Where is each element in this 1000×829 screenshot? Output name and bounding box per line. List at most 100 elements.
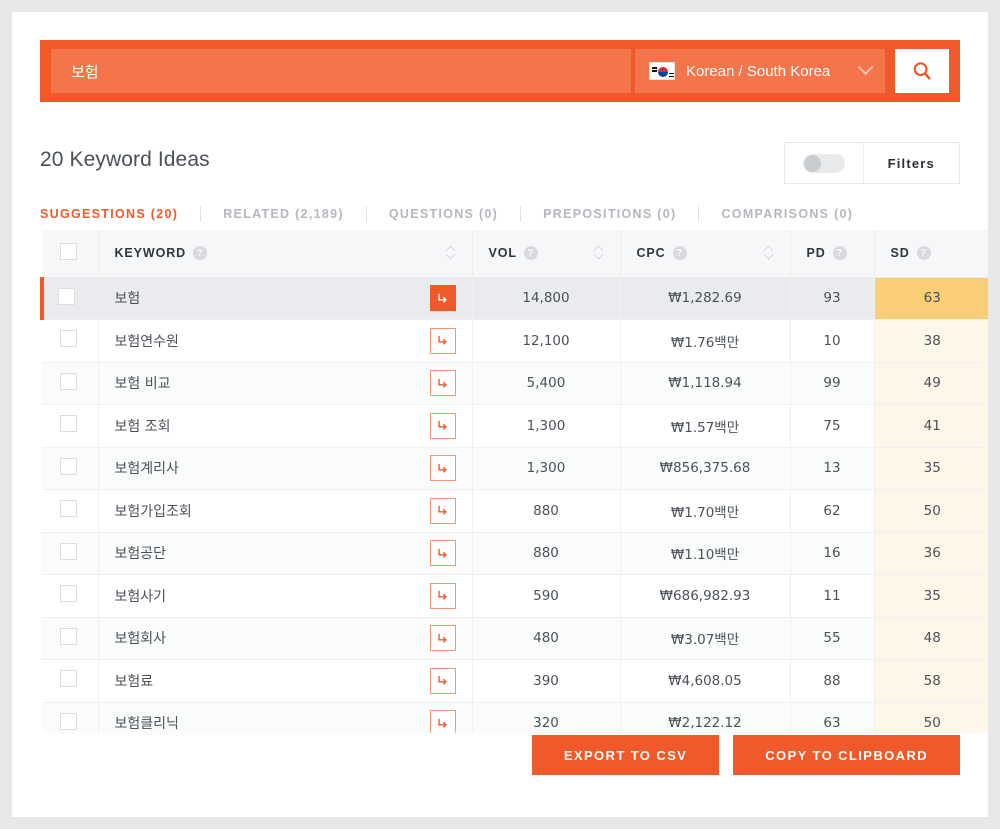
cpc-cell: ₩4,608.05 xyxy=(620,659,791,703)
cpc-cell: ₩1,118.94 xyxy=(620,362,791,405)
row-checkbox[interactable] xyxy=(60,670,77,688)
arrow-down-right-icon xyxy=(438,336,447,345)
cpc-cell: ₩1.10백만 xyxy=(620,532,791,575)
header-keyword: KEYWORD ? xyxy=(98,230,473,278)
row-select-cell xyxy=(42,319,99,363)
row-checkbox[interactable] xyxy=(60,585,77,603)
arrow-down-right-icon xyxy=(438,718,447,728)
help-icon[interactable]: ? xyxy=(672,246,687,261)
header-vol-label: VOL xyxy=(488,246,517,261)
table-row[interactable]: 보험연수원 12,100 ₩1.76백만 10 38 xyxy=(42,319,988,363)
drill-down-arrow-button[interactable] xyxy=(429,540,456,567)
help-icon[interactable]: ? xyxy=(916,246,931,261)
row-checkbox[interactable] xyxy=(58,287,75,305)
filters-toggle[interactable] xyxy=(785,143,864,183)
results-card: Korean / South Korea 20 Keyword Ideas Fi… xyxy=(12,12,988,817)
drill-down-arrow-button[interactable] xyxy=(429,412,456,439)
tab-prepositions[interactable]: PREPOSITIONS (0) xyxy=(521,207,698,221)
drill-down-arrow-button[interactable] xyxy=(429,285,456,312)
table-row[interactable]: 보험계리사 1,300 ₩856,375.68 13 35 xyxy=(42,447,988,490)
keyword-text: 보험 비교 xyxy=(114,376,171,393)
drill-down-arrow-button[interactable] xyxy=(429,667,456,694)
tab-comparisons[interactable]: COMPARISONS (0) xyxy=(699,207,875,221)
help-icon[interactable]: ? xyxy=(832,246,847,261)
row-checkbox[interactable] xyxy=(60,500,77,518)
drill-down-arrow-button[interactable] xyxy=(429,582,456,609)
cpc-cell: ₩1.76백만 xyxy=(620,319,791,363)
drill-down-arrow-button[interactable] xyxy=(429,455,456,482)
keyword-cell: 보험사기 xyxy=(98,574,473,618)
keyword-table: KEYWORD ? VOL ? CPC ? PD ? SD ? 보험 14,80… xyxy=(40,230,988,733)
cpc-cell: ₩686,982.93 xyxy=(620,574,791,618)
language-label: Korean / South Korea xyxy=(686,62,831,80)
tab-suggestions[interactable]: SUGGESTIONS (20) xyxy=(40,207,200,221)
copy-to-clipboard-button[interactable]: COPY TO CLIPBOARD xyxy=(733,735,960,775)
sort-vol-icon[interactable] xyxy=(593,245,604,260)
sd-cell: 58 xyxy=(874,659,988,703)
pd-cell: 99 xyxy=(790,362,875,405)
help-icon[interactable]: ? xyxy=(193,246,208,261)
row-checkbox[interactable] xyxy=(60,415,77,433)
row-checkbox[interactable] xyxy=(60,457,77,475)
row-checkbox[interactable] xyxy=(60,372,77,390)
table-row[interactable]: 보험가입조회 880 ₩1.70백만 62 50 xyxy=(42,489,988,533)
row-checkbox[interactable] xyxy=(60,627,77,645)
drill-down-arrow-button[interactable] xyxy=(429,710,456,733)
keyword-cell: 보험료 xyxy=(98,659,473,703)
table-row[interactable]: 보험회사 480 ₩3.07백만 55 48 xyxy=(42,617,988,660)
header-pd: PD ? xyxy=(790,230,875,278)
page-title: 20 Keyword Ideas xyxy=(40,148,210,171)
sd-cell: 35 xyxy=(874,574,988,618)
header-select-all xyxy=(42,230,99,278)
drill-down-arrow-button[interactable] xyxy=(429,370,456,397)
arrow-down-right-icon xyxy=(438,463,447,473)
vol-cell: 1,300 xyxy=(472,447,621,490)
table-row[interactable]: 보험 14,800 ₩1,282.69 93 63 xyxy=(40,277,988,320)
tab-bar: SUGGESTIONS (20) RELATED (2,189) QUESTIO… xyxy=(40,198,960,230)
sd-cell: 50 xyxy=(874,702,988,733)
vol-cell: 590 xyxy=(472,574,621,618)
row-checkbox[interactable] xyxy=(60,542,77,560)
header-keyword-label: KEYWORD xyxy=(114,246,187,261)
table-row[interactable]: 보험 조회 1,300 ₩1.57백만 75 41 xyxy=(42,404,988,448)
row-select-cell xyxy=(42,404,99,448)
drill-down-arrow-button[interactable] xyxy=(429,625,456,652)
row-checkbox[interactable] xyxy=(60,712,77,730)
language-selector[interactable]: Korean / South Korea xyxy=(635,49,885,93)
vol-cell: 880 xyxy=(472,532,621,575)
sort-keyword-icon[interactable] xyxy=(445,245,456,260)
search-input[interactable] xyxy=(71,62,611,80)
keyword-cell: 보험 조회 xyxy=(98,404,473,448)
arrow-down-right-icon xyxy=(438,676,447,685)
drill-down-arrow-button[interactable] xyxy=(429,497,456,524)
drill-down-arrow-button[interactable] xyxy=(429,327,456,354)
row-checkbox[interactable] xyxy=(60,330,77,348)
search-button[interactable] xyxy=(895,49,949,93)
table-row[interactable]: 보험클리닉 320 ₩2,122.12 63 50 xyxy=(42,702,988,733)
pd-cell: 88 xyxy=(790,659,875,703)
table-row[interactable]: 보험 비교 5,400 ₩1,118.94 99 49 xyxy=(42,362,988,405)
cpc-cell: ₩3.07백만 xyxy=(620,617,791,660)
sd-cell: 48 xyxy=(874,617,988,660)
row-select-cell xyxy=(42,447,99,490)
cpc-cell: ₩856,375.68 xyxy=(620,447,791,490)
help-icon[interactable]: ? xyxy=(523,246,538,261)
select-all-checkbox[interactable] xyxy=(60,243,77,261)
keyword-cell: 보험가입조회 xyxy=(98,489,473,533)
keyword-cell: 보험 비교 xyxy=(98,362,473,405)
vol-cell: 390 xyxy=(472,659,621,703)
vol-cell: 14,800 xyxy=(472,277,621,320)
table-row[interactable]: 보험사기 590 ₩686,982.93 11 35 xyxy=(42,574,988,618)
table-row[interactable]: 보험공단 880 ₩1.10백만 16 36 xyxy=(42,532,988,575)
vol-cell: 880 xyxy=(472,489,621,533)
tab-related[interactable]: RELATED (2,189) xyxy=(201,207,366,221)
tab-questions[interactable]: QUESTIONS (0) xyxy=(367,207,520,221)
search-input-wrapper[interactable] xyxy=(51,49,631,93)
sort-cpc-icon[interactable] xyxy=(763,245,774,260)
arrow-down-right-icon xyxy=(438,421,447,430)
filters-button[interactable]: Filters xyxy=(864,143,959,183)
arrow-down-right-icon xyxy=(438,548,447,558)
table-row[interactable]: 보험료 390 ₩4,608.05 88 58 xyxy=(42,659,988,703)
export-to-csv-button[interactable]: EXPORT TO CSV xyxy=(531,735,720,775)
vol-cell: 5,400 xyxy=(472,362,621,405)
